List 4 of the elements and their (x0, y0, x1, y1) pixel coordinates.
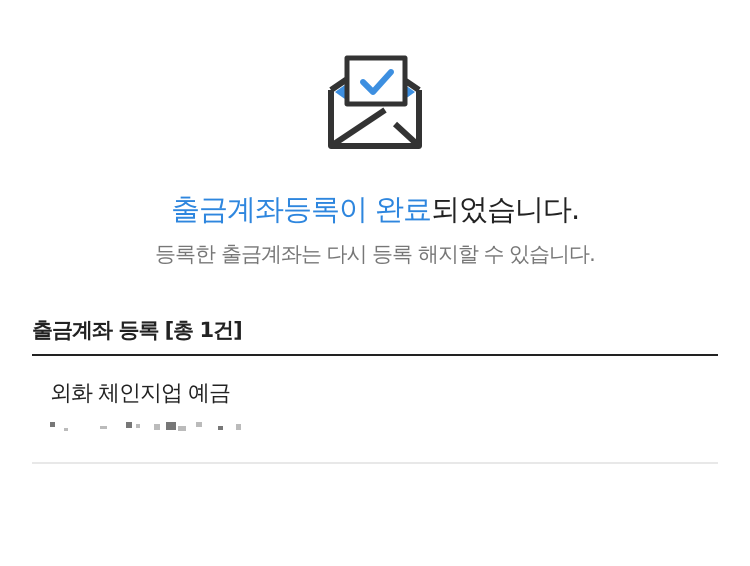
completion-subtitle: 등록한 출금계좌는 다시 등록 해지할 수 있습니다. (155, 241, 595, 268)
account-name: 외화 체인지업 예금 (50, 380, 231, 408)
completion-title: 출금계좌등록이 완료되었습니다. (170, 191, 580, 228)
section-heading: 출금계좌 등록 [총 1건] (32, 316, 718, 356)
